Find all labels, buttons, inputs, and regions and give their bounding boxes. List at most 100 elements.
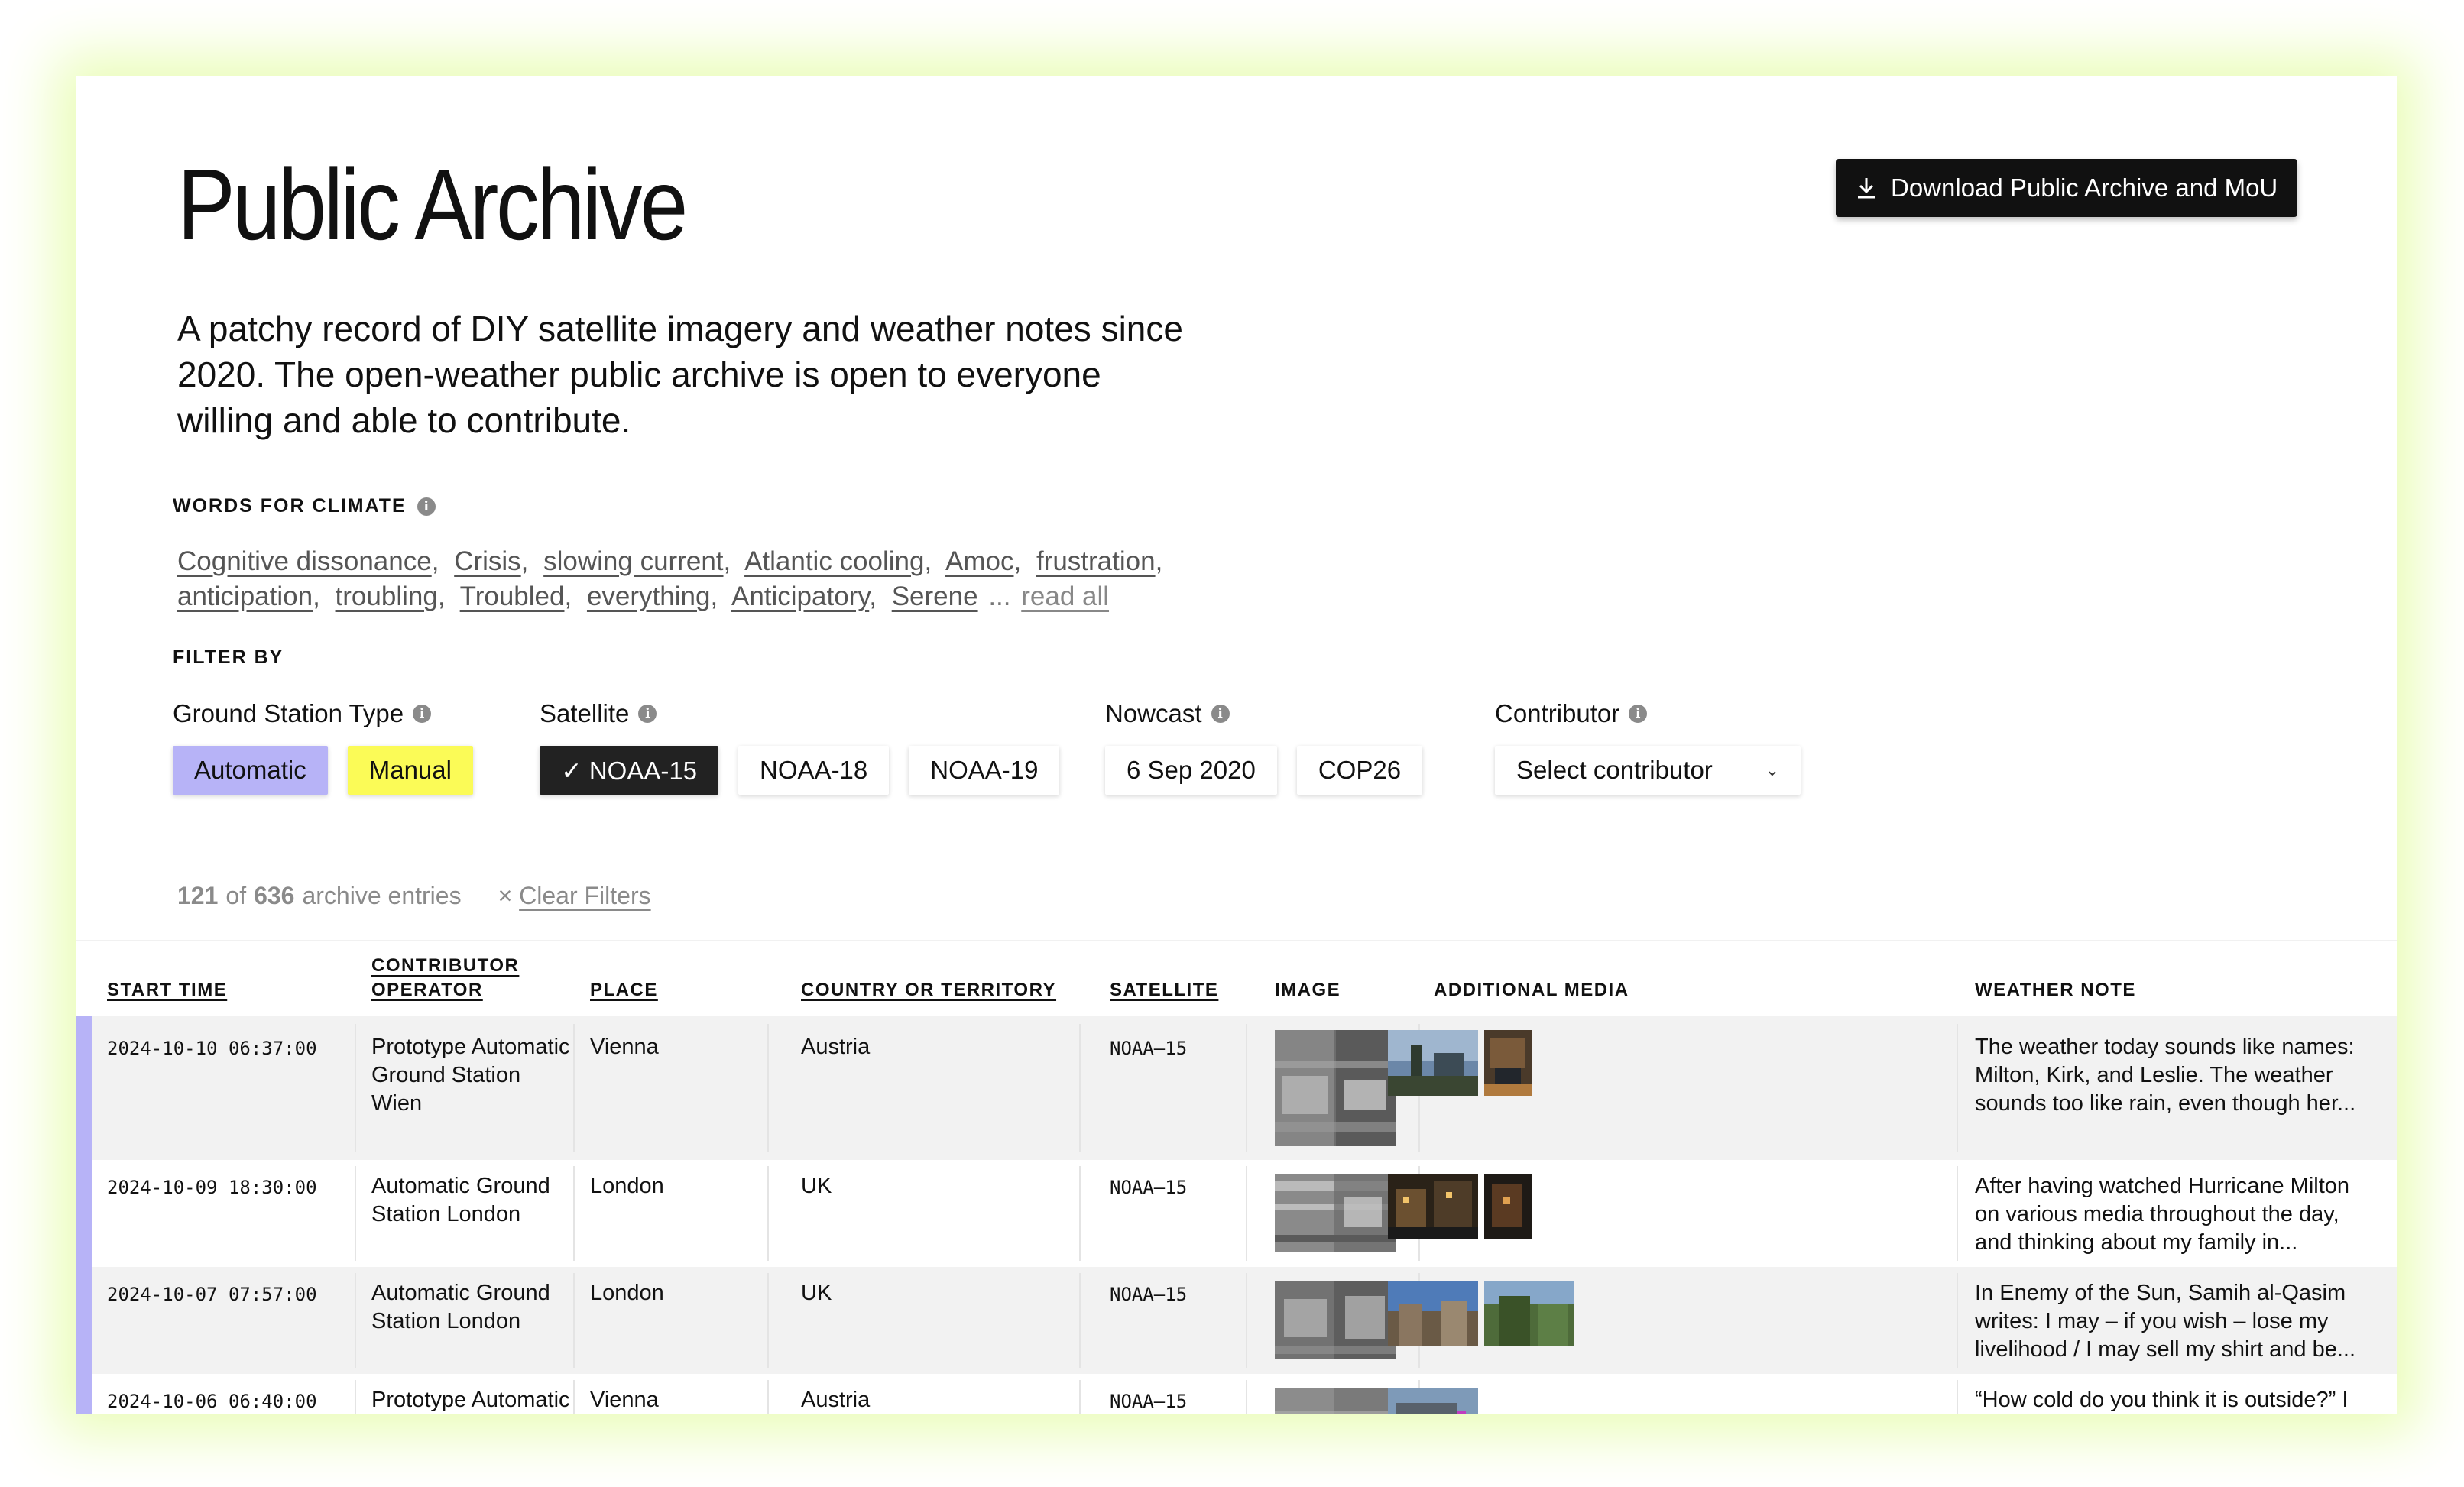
download-label: Download Public Archive and MoU xyxy=(1891,173,2278,202)
table-row[interactable]: 2024-10-06 06:40:00 Prototype Automatic … xyxy=(76,1374,2397,1414)
cell-weather-note: After having watched Hurricane Milton on… xyxy=(1975,1174,2350,1255)
satellite-image-thumbnail[interactable] xyxy=(1275,1281,1396,1359)
words-label-text: WORDS FOR CLIMATE xyxy=(173,495,407,517)
word-link[interactable]: Crisis xyxy=(454,546,520,576)
chevron-down-icon: ⌄ xyxy=(1765,760,1779,779)
cell-contributor: Automatic Ground Station London xyxy=(371,1281,550,1333)
chip-6-sep-2020[interactable]: 6 Sep 2020 xyxy=(1105,746,1277,795)
media-thumbnail[interactable] xyxy=(1484,1030,1532,1096)
intro-text: A patchy record of DIY satellite imagery… xyxy=(177,309,1183,440)
info-icon[interactable]: i xyxy=(417,497,436,516)
word-link[interactable]: slowing current xyxy=(543,546,723,576)
satellite-image-thumbnail[interactable] xyxy=(1275,1174,1396,1252)
filter-title-text: Satellite xyxy=(540,699,630,727)
header-additional-media: ADDITIONAL MEDIA xyxy=(1434,980,1629,1000)
word-link[interactable]: Cognitive dissonance xyxy=(177,546,432,576)
filter-label-text: FILTER BY xyxy=(173,646,284,668)
info-icon[interactable]: i xyxy=(638,705,657,723)
cell-start-time: 2024-10-10 06:37:00 xyxy=(107,1038,317,1059)
cell-place: Vienna xyxy=(590,1388,659,1412)
word-link[interactable]: troubling xyxy=(336,582,438,611)
cell-weather-note: “How cold do you think it is outside?” I… xyxy=(1975,1388,2349,1412)
word-link[interactable]: anticipation xyxy=(177,582,313,611)
cell-country: UK xyxy=(801,1281,832,1305)
filter-title: Contributor i xyxy=(1495,697,1801,731)
table-row[interactable]: 2024-10-07 07:57:00 Automatic Ground Sta… xyxy=(76,1267,2397,1374)
cell-satellite: NOAA–15 xyxy=(1110,1284,1188,1305)
table-divider xyxy=(76,940,2397,941)
satellite-image-thumbnail[interactable] xyxy=(1275,1030,1396,1146)
chip-cop26[interactable]: COP26 xyxy=(1296,746,1423,795)
read-all-link[interactable]: read all xyxy=(1021,582,1109,611)
media-thumbnail[interactable] xyxy=(1484,1281,1574,1346)
header-image: IMAGE xyxy=(1275,980,1341,1000)
download-archive-button[interactable]: Download Public Archive and MoU xyxy=(1836,159,2297,217)
word-link[interactable]: Atlantic cooling xyxy=(744,546,924,576)
cell-place: London xyxy=(590,1174,664,1198)
info-icon[interactable]: i xyxy=(1211,705,1230,723)
results-of: of xyxy=(225,882,247,909)
word-link[interactable]: everything xyxy=(587,582,710,611)
word-link[interactable]: frustration xyxy=(1036,546,1156,576)
satellite-image-thumbnail[interactable] xyxy=(1275,1388,1396,1414)
header-weather-note: WEATHER NOTE xyxy=(1975,980,2136,1000)
chip-noaa-19[interactable]: NOAA-19 xyxy=(909,746,1060,795)
filter-nowcast: Nowcast i 6 Sep 2020 COP26 xyxy=(1105,697,1423,795)
filter-title-text: Nowcast xyxy=(1105,699,1202,727)
table-row[interactable]: 2024-10-10 06:37:00 Prototype Automatic … xyxy=(76,1016,2397,1160)
cell-weather-note: The weather today sounds like names: Mil… xyxy=(1975,1035,2356,1116)
cell-start-time: 2024-10-06 06:40:00 xyxy=(107,1391,317,1412)
close-icon: × xyxy=(498,882,513,909)
media-thumbnail[interactable] xyxy=(1388,1281,1478,1346)
row-marker xyxy=(76,1160,92,1267)
row-marker xyxy=(76,1267,92,1374)
word-link[interactable]: Anticipatory xyxy=(731,582,869,611)
chip-automatic[interactable]: Automatic xyxy=(173,746,328,795)
results-count: 121 of 636 archive entries × Clear Filte… xyxy=(177,882,651,910)
header-satellite[interactable]: SATELLITE xyxy=(1110,978,1218,1003)
chip-noaa-18[interactable]: NOAA-18 xyxy=(738,746,890,795)
chip-noaa-15[interactable]: ✓ NOAA-15 xyxy=(540,746,719,795)
media-thumbnail[interactable] xyxy=(1388,1030,1478,1096)
media-thumbnail[interactable] xyxy=(1484,1174,1532,1239)
cell-country: Austria xyxy=(801,1035,871,1059)
cell-satellite: NOAA–15 xyxy=(1110,1038,1188,1059)
contributor-select[interactable]: Select contributor ⌄ xyxy=(1495,746,1801,795)
words-list: Cognitive dissonance, Crisis, slowing cu… xyxy=(177,546,1163,611)
header-contributor-line2: OPERATOR xyxy=(371,980,483,1000)
filter-title: Satellite i xyxy=(540,697,1059,731)
header-place[interactable]: PLACE xyxy=(590,978,658,1003)
header-contributor[interactable]: CONTRIBUTOR OPERATOR xyxy=(371,954,519,1003)
download-icon xyxy=(1856,177,1877,199)
words-section-label: WORDS FOR CLIMATE i xyxy=(173,495,436,517)
header-start-time[interactable]: START TIME xyxy=(107,978,227,1003)
cell-start-time: 2024-10-09 18:30:00 xyxy=(107,1177,317,1198)
filter-contributor: Contributor i Select contributor ⌄ xyxy=(1495,697,1801,795)
word-link[interactable]: Troubled xyxy=(460,582,565,611)
info-icon[interactable]: i xyxy=(413,705,432,723)
cell-contributor: Prototype Automatic Ground Station Wien xyxy=(371,1388,570,1412)
cell-country: Austria xyxy=(801,1388,871,1412)
clear-filters-button[interactable]: × Clear Filters xyxy=(498,882,651,910)
media-thumbnail[interactable] xyxy=(1388,1388,1478,1414)
info-icon[interactable]: i xyxy=(1629,705,1648,723)
cell-satellite: NOAA–15 xyxy=(1110,1391,1188,1412)
word-link[interactable]: Amoc xyxy=(945,546,1013,576)
header-country[interactable]: COUNTRY OR TERRITORY xyxy=(801,978,1056,1003)
table-row[interactable]: 2024-10-09 18:30:00 Automatic Ground Sta… xyxy=(76,1160,2397,1267)
words-ellipsis: ... xyxy=(988,582,1011,611)
media-thumbnail[interactable] xyxy=(1388,1174,1478,1239)
word-link[interactable]: Serene xyxy=(892,582,978,611)
cell-place: London xyxy=(590,1281,664,1305)
chip-manual[interactable]: Manual xyxy=(347,746,473,795)
contributor-select-value: Select contributor xyxy=(1516,756,1713,784)
row-marker xyxy=(76,1016,92,1160)
cell-contributor: Prototype Automatic Ground Station Wien xyxy=(371,1035,570,1116)
cell-place: Vienna xyxy=(590,1035,659,1059)
cell-country: UK xyxy=(801,1174,832,1198)
results-total: 636 xyxy=(254,882,295,909)
page-title: Public Archive xyxy=(177,148,688,261)
cell-satellite: NOAA–15 xyxy=(1110,1177,1188,1198)
filter-by-label: FILTER BY xyxy=(173,646,284,669)
filter-title-text: Ground Station Type xyxy=(173,699,404,727)
